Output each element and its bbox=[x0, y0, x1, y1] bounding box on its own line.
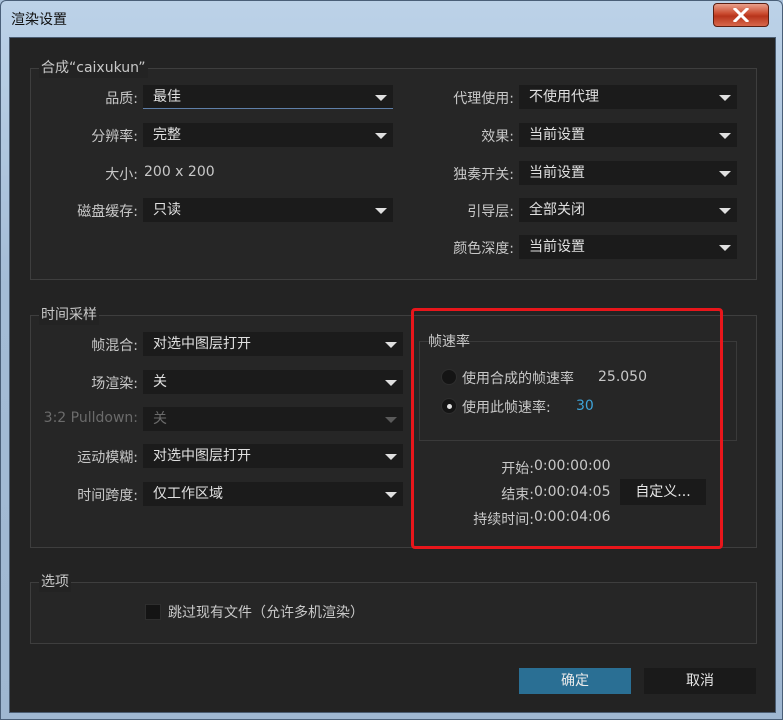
composition-group-label: 合成“caixukun” bbox=[39, 58, 148, 78]
close-icon bbox=[732, 8, 750, 22]
pulldown-value: 关 bbox=[153, 411, 167, 427]
motion-blur-dropdown[interactable]: 对选中图层打开 bbox=[143, 444, 403, 468]
pulldown-dropdown: 关 bbox=[143, 407, 403, 431]
time-span-dropdown[interactable]: 仅工作区域 bbox=[143, 482, 403, 506]
quality-value: 最佳 bbox=[153, 89, 181, 105]
skip-existing-checkbox[interactable] bbox=[145, 604, 161, 620]
chevron-down-icon bbox=[385, 417, 397, 423]
guide-layers-value: 全部关闭 bbox=[529, 202, 585, 218]
time-span-value: 仅工作区域 bbox=[153, 486, 223, 502]
options-group-label: 选项 bbox=[39, 572, 71, 592]
dialog-body: 合成“caixukun” 品质: 最佳 分辨率: 完整 大小: 200 x 20… bbox=[9, 37, 776, 713]
proxy-use-dropdown[interactable]: 不使用代理 bbox=[519, 85, 737, 109]
skip-existing-label[interactable]: 跳过现有文件（允许多机渲染） bbox=[168, 602, 364, 622]
size-value: 200 x 200 bbox=[144, 164, 215, 180]
size-label: 大小: bbox=[105, 167, 138, 183]
quality-label: 品质: bbox=[105, 91, 138, 107]
motion-blur-label: 运动模糊: bbox=[77, 450, 138, 466]
chevron-down-icon bbox=[719, 133, 731, 139]
chevron-down-icon bbox=[375, 133, 387, 139]
chevron-down-icon bbox=[719, 245, 731, 251]
window-title: 渲染设置 bbox=[11, 12, 67, 28]
effects-label: 效果: bbox=[481, 129, 514, 145]
pulldown-label: 3:2 Pulldown: bbox=[43, 410, 138, 426]
disk-cache-dropdown[interactable]: 只读 bbox=[143, 198, 393, 222]
frame-blending-label: 帧混合: bbox=[91, 338, 138, 354]
render-settings-window: 渲染设置 合成“caixukun” 品质: 最佳 分辨率: 完整 大小: 200… bbox=[0, 0, 783, 720]
color-depth-value: 当前设置 bbox=[529, 239, 585, 255]
chevron-down-icon bbox=[719, 208, 731, 214]
motion-blur-value: 对选中图层打开 bbox=[153, 448, 251, 464]
chevron-down-icon bbox=[719, 171, 731, 177]
chevron-down-icon bbox=[385, 492, 397, 498]
resolution-value: 完整 bbox=[153, 127, 181, 143]
chevron-down-icon bbox=[385, 380, 397, 386]
highlight-box bbox=[411, 308, 723, 549]
proxy-use-label: 代理使用: bbox=[453, 91, 514, 107]
solo-switches-value: 当前设置 bbox=[529, 165, 585, 181]
color-depth-dropdown[interactable]: 当前设置 bbox=[519, 235, 737, 259]
title-bar[interactable]: 渲染设置 bbox=[1, 1, 782, 37]
chevron-down-icon bbox=[375, 208, 387, 214]
resolution-label: 分辨率: bbox=[91, 129, 138, 145]
proxy-use-value: 不使用代理 bbox=[529, 89, 599, 105]
effects-value: 当前设置 bbox=[529, 127, 585, 143]
cancel-button[interactable]: 取消 bbox=[644, 668, 756, 694]
close-button[interactable] bbox=[713, 3, 769, 27]
time-span-label: 时间跨度: bbox=[77, 488, 138, 504]
resolution-dropdown[interactable]: 完整 bbox=[143, 123, 393, 147]
guide-layers-dropdown[interactable]: 全部关闭 bbox=[519, 198, 737, 222]
chevron-down-icon bbox=[385, 342, 397, 348]
guide-layers-label: 引导层: bbox=[467, 204, 514, 220]
frame-blending-dropdown[interactable]: 对选中图层打开 bbox=[143, 332, 403, 356]
chevron-down-icon bbox=[719, 95, 731, 101]
chevron-down-icon bbox=[385, 454, 397, 460]
time-sampling-group-label: 时间采样 bbox=[39, 305, 99, 325]
field-render-label: 场渲染: bbox=[91, 376, 138, 392]
chevron-down-icon bbox=[375, 95, 387, 101]
disk-cache-label: 磁盘缓存: bbox=[77, 204, 138, 220]
field-render-dropdown[interactable]: 关 bbox=[143, 370, 403, 394]
options-group: 选项 bbox=[30, 572, 757, 644]
quality-dropdown[interactable]: 最佳 bbox=[143, 85, 393, 109]
color-depth-label: 颜色深度: bbox=[453, 241, 514, 257]
field-render-value: 关 bbox=[153, 374, 167, 390]
disk-cache-value: 只读 bbox=[153, 202, 181, 218]
frame-blending-value: 对选中图层打开 bbox=[153, 336, 251, 352]
solo-switches-dropdown[interactable]: 当前设置 bbox=[519, 161, 737, 185]
ok-button[interactable]: 确定 bbox=[519, 668, 631, 694]
effects-dropdown[interactable]: 当前设置 bbox=[519, 123, 737, 147]
solo-switches-label: 独奏开关: bbox=[453, 167, 514, 183]
